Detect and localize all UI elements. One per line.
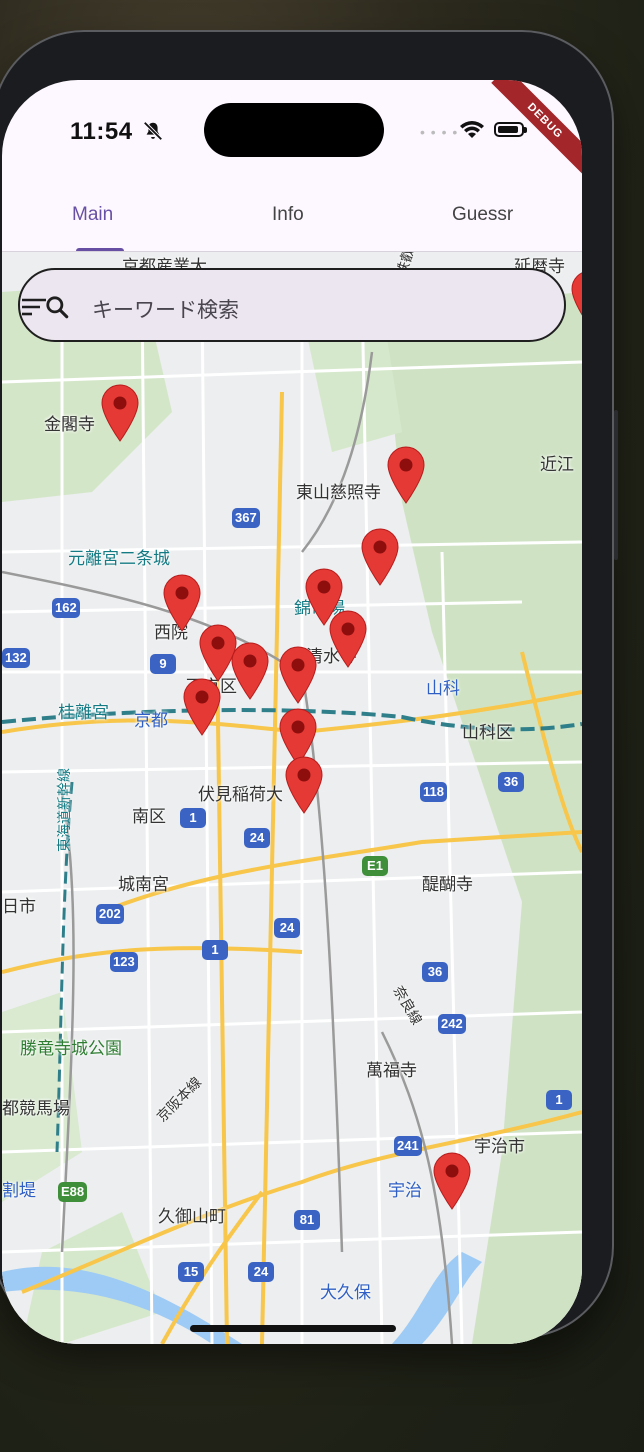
map-label: 山科 xyxy=(426,679,460,698)
search-bar[interactable]: キーワード検索 xyxy=(18,268,566,342)
battery-icon xyxy=(494,122,527,137)
map-label: 山科区 xyxy=(462,723,513,742)
map-label: 伏見稲荷大 xyxy=(198,785,283,804)
map-marker[interactable] xyxy=(100,384,140,442)
map-label: 京都 xyxy=(134,711,168,730)
status-time: 11:54 xyxy=(70,118,133,145)
route-shield: 1 xyxy=(180,808,206,828)
map-label: 萬福寺 xyxy=(366,1061,417,1080)
rail-label: 東海道新幹線 xyxy=(56,768,72,852)
tab-bar: Main Info Guessr xyxy=(2,192,582,252)
map-marker[interactable] xyxy=(432,1152,472,1210)
map-label: 日市 xyxy=(2,897,36,916)
tab-main[interactable]: Main xyxy=(72,204,113,226)
map-marker[interactable] xyxy=(386,446,426,504)
side-button xyxy=(614,410,618,560)
route-shield: 1 xyxy=(546,1090,572,1110)
map-view[interactable]: 京都産業大 延暦寺 金閣寺 近江 東山慈照寺 元離宮二条城 西院 錦市場 清水寺… xyxy=(2,252,582,1344)
route-shield: E1 xyxy=(362,856,388,876)
tab-guessr[interactable]: Guessr xyxy=(452,204,513,226)
route-shield: 1 xyxy=(202,940,228,960)
map-marker[interactable] xyxy=(570,270,582,328)
map-marker[interactable] xyxy=(230,642,270,700)
map-marker[interactable] xyxy=(182,678,222,736)
route-shield: 15 xyxy=(178,1262,204,1282)
route-shield: 81 xyxy=(294,1210,320,1230)
route-shield: 123 xyxy=(110,952,138,972)
route-shield: 241 xyxy=(394,1136,422,1156)
map-label: 金閣寺 xyxy=(44,415,95,434)
map-marker[interactable] xyxy=(360,528,400,586)
tab-info[interactable]: Info xyxy=(272,204,304,226)
map-marker[interactable] xyxy=(278,646,318,704)
map-marker[interactable] xyxy=(162,574,202,632)
map-label: 醍醐寺 xyxy=(422,875,473,894)
route-shield: 36 xyxy=(422,962,448,982)
home-indicator xyxy=(190,1325,396,1332)
search-input[interactable]: キーワード検索 xyxy=(92,294,239,324)
map-marker[interactable] xyxy=(284,756,324,814)
map-label: 都競馬場 xyxy=(2,1099,70,1118)
route-shield: 132 xyxy=(2,648,30,668)
route-shield: 24 xyxy=(248,1262,274,1282)
route-shield: 24 xyxy=(274,918,300,938)
map-marker[interactable] xyxy=(328,610,368,668)
map-label: 割堤 xyxy=(2,1181,36,1200)
dynamic-island xyxy=(204,103,384,157)
route-shield: 202 xyxy=(96,904,124,924)
map-label: 城南宮 xyxy=(118,875,169,894)
route-shield: 9 xyxy=(150,654,176,674)
wifi-icon xyxy=(460,121,484,138)
map-label: 大久保 xyxy=(320,1283,371,1302)
route-shield: 24 xyxy=(244,828,270,848)
phone-frame: 11:54 • • • • DEBUG Main Info Guessr 京都産… xyxy=(0,30,618,1344)
map-label: 東山慈照寺 xyxy=(296,483,381,502)
map-label: 桂離宮 xyxy=(58,703,109,722)
map-label: 元離宮二条城 xyxy=(68,549,170,568)
app-screen: 11:54 • • • • DEBUG Main Info Guessr 京都産… xyxy=(2,80,582,1344)
map-label: 勝竜寺城公園 xyxy=(20,1039,122,1058)
map-label: 宇治市 xyxy=(474,1137,525,1156)
bell-slash-icon xyxy=(143,121,163,141)
map-label: 宇治 xyxy=(388,1181,422,1200)
map-label: 近江 xyxy=(540,455,574,474)
route-shield: 118 xyxy=(420,782,447,802)
route-shield: 36 xyxy=(498,772,524,792)
status-bar: 11:54 • • • • DEBUG xyxy=(2,80,582,200)
map-label: 南区 xyxy=(132,807,166,826)
route-shield: E88 xyxy=(58,1182,88,1202)
route-shield: 367 xyxy=(232,508,260,528)
map-label: 久御山町 xyxy=(158,1207,226,1226)
filter-icon[interactable] xyxy=(20,296,48,318)
route-shield: 162 xyxy=(52,598,80,618)
signal-icon: • • • • xyxy=(420,124,459,140)
route-shield: 242 xyxy=(438,1014,466,1034)
